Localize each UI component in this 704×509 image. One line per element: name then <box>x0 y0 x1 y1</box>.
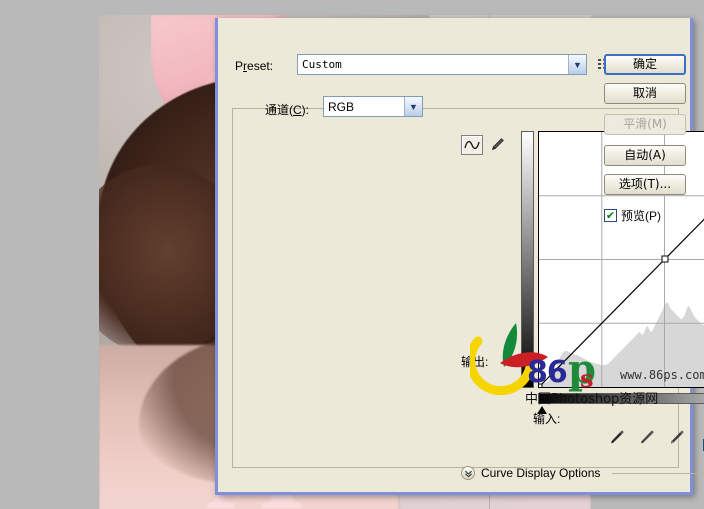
eyedropper-black-icon[interactable] <box>608 428 626 450</box>
auto-button[interactable]: 自动(A) <box>604 145 686 166</box>
output-label: 输出: <box>461 355 489 369</box>
preset-dropdown[interactable]: Custom ▼ <box>297 54 587 75</box>
chevron-double-down-icon[interactable] <box>461 466 475 480</box>
curve-display-options-label: Curve Display Options <box>481 466 601 480</box>
preview-checkbox[interactable]: ✔ 预览(P) <box>604 207 686 224</box>
pencil-tool-icon[interactable] <box>487 135 507 155</box>
chevron-down-icon[interactable]: ▼ <box>404 97 422 116</box>
curve-tools <box>461 134 511 156</box>
input-gradient-ramp <box>538 393 704 404</box>
eyedropper-white-icon[interactable] <box>668 428 686 450</box>
ok-button[interactable]: 确定 <box>604 54 686 75</box>
preset-label: Preset: <box>235 59 274 73</box>
channel-row: 通道(C): RGB ▼ <box>235 96 565 120</box>
channel-dropdown[interactable]: RGB ▼ <box>323 96 423 117</box>
options-button[interactable]: 选项(T)... <box>604 174 686 195</box>
chevron-down-icon[interactable]: ▼ <box>568 55 586 74</box>
curve-tool-icon[interactable] <box>461 135 483 155</box>
section-divider <box>612 472 704 474</box>
curve-display-options-toggle[interactable]: Curve Display Options <box>461 463 704 483</box>
dialog-buttons: 确定 取消 平滑(M) 自动(A) 选项(T)... ✔ 预览(P) <box>604 54 686 224</box>
channel-value: RGB <box>328 99 355 114</box>
eyedropper-gray-icon[interactable] <box>638 428 656 450</box>
input-label: 输入: <box>533 412 561 426</box>
preview-label: 预览(P) <box>621 209 661 223</box>
eyedropper-tools <box>608 428 688 450</box>
preset-value: Custom <box>302 58 342 71</box>
preview-box[interactable]: ✔ <box>604 209 617 222</box>
channel-label: 通道(C): <box>265 103 310 117</box>
output-gradient-ramp <box>521 131 534 388</box>
cancel-button[interactable]: 取消 <box>604 83 686 104</box>
smooth-button: 平滑(M) <box>604 114 686 135</box>
